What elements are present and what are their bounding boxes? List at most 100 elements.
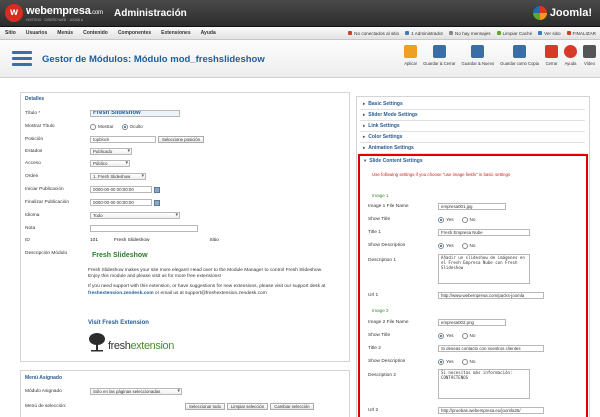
image-1-show-desc-no-radio[interactable] xyxy=(461,242,468,249)
pub-end-input[interactable]: 0000-00-00 00:00:00 xyxy=(90,199,152,206)
details-heading: Detalles xyxy=(25,96,45,102)
visitors-icon xyxy=(348,31,353,35)
logout-link[interactable]: FINALIZAR xyxy=(566,31,596,36)
image-2-file-label: Image 2 File Name xyxy=(368,320,409,325)
image-1-url-label: Url 1 xyxy=(368,293,379,298)
image-1-file-input[interactable]: empresa001.jpg xyxy=(438,203,506,210)
admin-icon xyxy=(405,31,410,35)
menu-item-components[interactable]: Componentes xyxy=(113,30,156,36)
status-messages[interactable]: No hay mensajes xyxy=(449,31,491,36)
chevron-right-icon: ▸ xyxy=(363,145,366,150)
image-1-desc-textarea[interactable]: Añadir un slideshow de imágenes en el Fr… xyxy=(438,254,530,284)
position-input[interactable]: topblock xyxy=(90,136,156,143)
fresh-slideshow-heading: Fresh Slideshow xyxy=(92,252,148,259)
joomla-logo-icon xyxy=(532,6,547,20)
save-new-button[interactable]: Guardar & Nuevo xyxy=(462,45,494,66)
menu-item-site[interactable]: Sitio xyxy=(0,30,21,36)
accordion-link-settings[interactable]: ▸ Link Settings xyxy=(360,121,585,132)
show-title-hide-radio[interactable] xyxy=(121,123,128,130)
menu-item-content[interactable]: Contenido xyxy=(78,30,113,36)
image-2-desc-label: Description 2 xyxy=(368,373,396,378)
pub-start-input[interactable]: 0000-00-00 00:00:00 xyxy=(90,186,152,193)
pub-end-calendar-icon[interactable] xyxy=(154,199,160,206)
save-close-button[interactable]: Guardar & Cerrar xyxy=(423,45,456,66)
menu-item-help[interactable]: Ayuda xyxy=(196,30,221,36)
menu-item-users[interactable]: Usuarios xyxy=(21,30,52,36)
image-1-url-input[interactable]: http://www.webempresa.com/packs-joomla xyxy=(438,292,544,299)
webempresa-logo-icon: w xyxy=(5,4,23,22)
accordion-slide-content-settings[interactable]: ▾ Slide Content Settings xyxy=(364,158,423,164)
select-all-button[interactable]: Seleccionar todo xyxy=(185,403,226,410)
save-copy-button[interactable]: Guardar como Copia xyxy=(500,45,539,66)
visit-fresh-extension-link[interactable]: Visit Fresh Extension xyxy=(88,320,149,326)
image-2-show-title-label: Show Title xyxy=(368,333,391,338)
show-title-show-label: Mostrar xyxy=(98,124,114,129)
access-select[interactable]: Público xyxy=(90,160,130,167)
joomla-logo-text: Joomla! xyxy=(549,7,592,19)
status-area: No conectados al sitio 1 Administrador N… xyxy=(342,31,600,36)
video-button[interactable]: Vídeo xyxy=(583,45,596,66)
logo-name: webempresa xyxy=(26,4,91,17)
accordion-color-settings[interactable]: ▸ Color Settings xyxy=(360,132,585,143)
menu-item-menus[interactable]: Menús xyxy=(52,30,78,36)
view-site-link[interactable]: Ver sitio xyxy=(538,31,561,36)
image-1-show-title-no-radio[interactable] xyxy=(461,216,468,223)
support-desk-link[interactable]: freshextension.zendesk.com xyxy=(88,291,154,296)
image-1-show-desc-label: Show Description xyxy=(368,243,406,248)
toggle-selection-button[interactable]: Cambiar selección xyxy=(270,403,314,410)
image-2-url-input[interactable]: http://pruebas.webempresa.eu/joomla25/ xyxy=(438,407,544,414)
status-visitors: No conectados al sitio xyxy=(348,31,399,36)
clear-cache-link[interactable]: Limpiar Caché xyxy=(496,31,532,36)
image-2-desc-textarea[interactable]: Si necesitas más información: CONTÁCTENO… xyxy=(438,369,530,399)
order-label: Orden xyxy=(25,174,39,179)
image-1-title-label: Title 1 xyxy=(368,230,381,235)
cache-icon xyxy=(496,31,501,35)
chevron-right-icon: ▸ xyxy=(363,134,366,139)
title-label: Título * xyxy=(25,111,41,116)
slide-note: Use following settings if you choose "us… xyxy=(372,172,511,177)
state-select[interactable]: Publicado xyxy=(90,148,132,155)
image-2-show-desc-yes-radio[interactable] xyxy=(438,358,444,365)
menu-item-extensions[interactable]: Extensiones xyxy=(156,30,195,36)
image-2-show-desc-label: Show Description xyxy=(368,359,406,364)
module-manager-icon xyxy=(12,51,32,66)
module-description: Fresh Slideshow makes your site more ele… xyxy=(88,268,348,301)
id-value: 101 xyxy=(90,238,99,243)
position-label: Posición xyxy=(25,137,44,142)
state-label: Estados xyxy=(25,149,43,154)
menu-assignment-heading: Menú Asignado xyxy=(25,375,63,381)
note-input[interactable] xyxy=(90,225,198,232)
select-position-button[interactable]: Seleccione posición xyxy=(158,136,204,143)
language-select[interactable]: Todo xyxy=(90,212,180,219)
title-input[interactable]: Fresh Slideshow xyxy=(90,110,180,117)
accordion-basic-settings[interactable]: ▸ Basic Settings xyxy=(360,99,585,110)
slide-content-settings-box: ▾ Slide Content Settings Use following se… xyxy=(358,154,588,417)
chevron-right-icon: ▸ xyxy=(363,112,366,117)
image-1-show-title-yes-radio[interactable] xyxy=(438,216,444,223)
image-1-title-input[interactable]: Fresh Empresa Nube xyxy=(438,229,530,236)
image-2-title-input[interactable]: Si deseas contacto con nuestros clientes xyxy=(438,345,544,352)
image-1-show-desc-yes-radio[interactable] xyxy=(438,242,444,249)
order-select[interactable]: 1. Fresh Slideshow xyxy=(90,173,146,180)
clear-selection-button[interactable]: Limpiar selección xyxy=(227,403,269,410)
help-button[interactable]: Ayuda xyxy=(564,45,577,66)
close-button[interactable]: Cerrar xyxy=(545,45,558,66)
menu-assign-select[interactable]: Sólo en las páginas seleccionadas xyxy=(90,388,182,395)
view-site-icon xyxy=(538,31,543,35)
webempresa-logo[interactable]: w webempresa.com HOSTING · DISEÑO WEB · … xyxy=(5,4,103,22)
logo-word-fresh: fresh xyxy=(108,340,131,352)
apply-button[interactable]: Aplicar xyxy=(404,45,418,66)
freshextension-logo[interactable]: freshextension xyxy=(88,332,174,352)
image-2-show-desc-no-radio[interactable] xyxy=(461,358,468,365)
show-title-hide-label: Oculto xyxy=(129,124,143,129)
image-2-show-title-no-radio[interactable] xyxy=(461,332,468,339)
show-title-show-radio[interactable] xyxy=(90,123,96,130)
pub-start-label: Iniciar Publicación xyxy=(25,187,64,192)
logo-subtitle: HOSTING · DISEÑO WEB · JOOMLA xyxy=(26,17,84,22)
image-2-show-title-yes-radio[interactable] xyxy=(438,332,444,339)
accordion-animation-settings[interactable]: ▸ Animation Settings xyxy=(360,143,585,154)
apply-icon xyxy=(404,45,418,58)
image-2-file-input[interactable]: empresa002.png xyxy=(438,319,506,326)
accordion-slider-mode-settings[interactable]: ▸ Slider Mode Settings xyxy=(360,110,585,121)
pub-start-calendar-icon[interactable] xyxy=(154,186,160,193)
